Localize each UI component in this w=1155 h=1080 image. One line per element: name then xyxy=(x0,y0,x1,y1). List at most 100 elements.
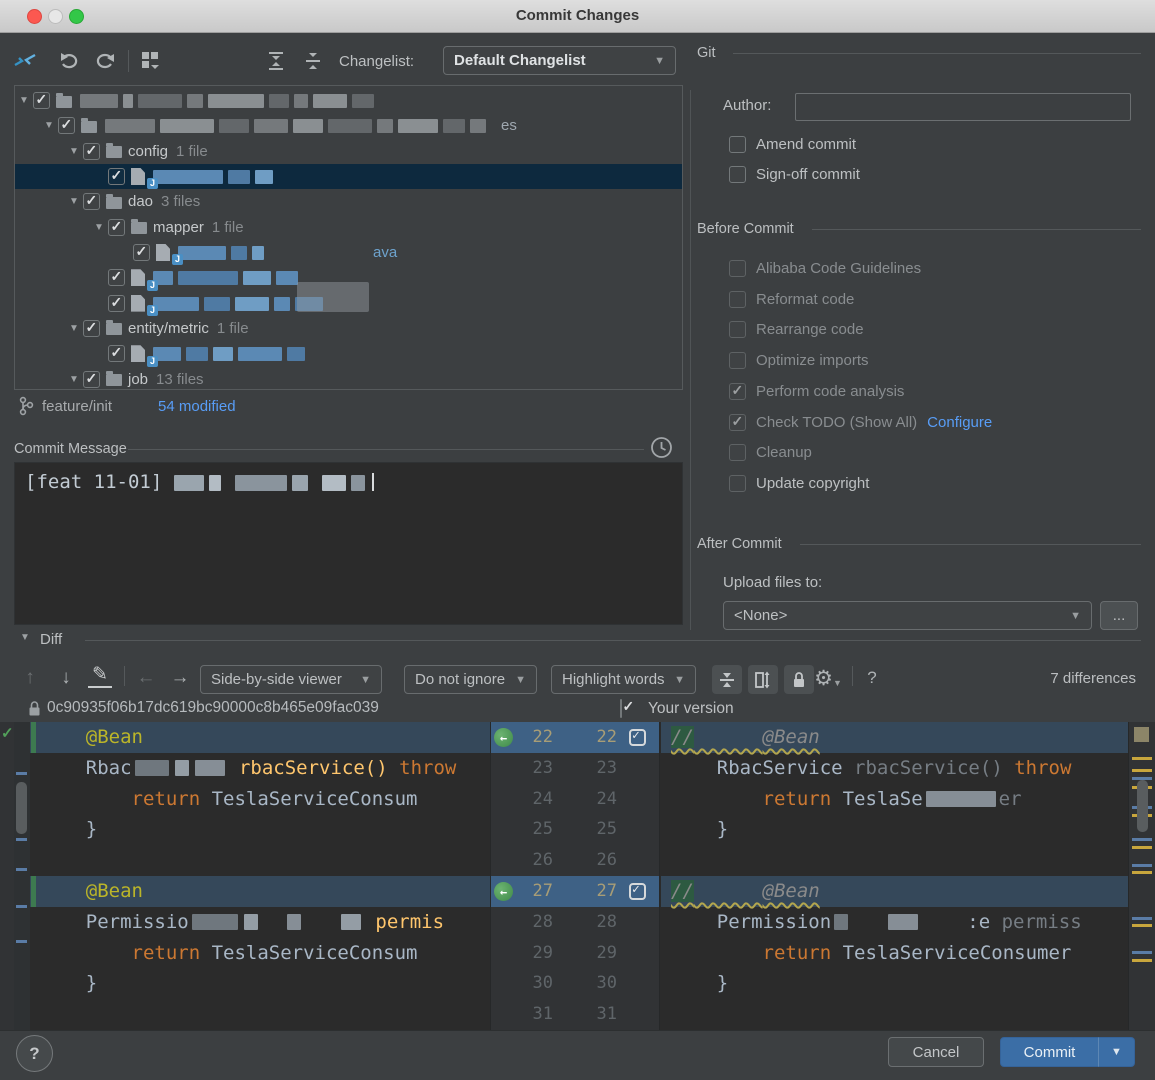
commit-dropdown-button[interactable]: ▼ xyxy=(1098,1037,1135,1067)
rollback-icon[interactable] xyxy=(56,48,82,74)
collapse-all-icon[interactable] xyxy=(300,48,326,74)
tree-expand-icon[interactable]: ▼ xyxy=(69,139,83,164)
left-code-line xyxy=(30,845,490,876)
tree-row[interactable]: ava xyxy=(15,240,682,265)
tree-row-job[interactable]: ▼job13 files xyxy=(15,367,682,390)
before-commit-option-perform-code-analysis[interactable]: Perform code analysis xyxy=(729,383,904,400)
expand-all-icon[interactable] xyxy=(263,48,289,74)
option-checkbox[interactable] xyxy=(729,260,746,277)
sign-off-commit-checkbox[interactable] xyxy=(729,166,746,183)
amend-commit-checkbox[interactable] xyxy=(729,136,746,153)
redacted-name xyxy=(153,345,310,362)
viewer-mode-select[interactable]: Side-by-side viewer▼ xyxy=(200,665,382,694)
previous-change-icon[interactable]: ← xyxy=(132,664,160,692)
author-input[interactable] xyxy=(795,93,1131,121)
tree-row-checkbox[interactable] xyxy=(83,143,100,160)
tree-row-checkbox[interactable] xyxy=(83,371,100,388)
tree-row-config[interactable]: ▼config1 file xyxy=(15,139,682,164)
configure-link[interactable]: Configure xyxy=(927,414,992,431)
tree-row-checkbox[interactable] xyxy=(83,193,100,210)
tree-expand-icon[interactable]: ▼ xyxy=(44,113,58,138)
lock-icon[interactable] xyxy=(784,665,814,694)
help-button[interactable]: ? xyxy=(16,1035,53,1072)
option-checkbox[interactable] xyxy=(729,383,746,400)
edit-icon[interactable]: ✎ xyxy=(88,662,112,688)
show-diff-icon[interactable] xyxy=(12,48,38,74)
tree-row-mapper[interactable]: ▼mapper1 file xyxy=(15,215,682,240)
diff-help-icon[interactable]: ? xyxy=(858,664,886,692)
tree-row-checkbox[interactable] xyxy=(133,244,150,261)
tree-row-checkbox[interactable] xyxy=(108,219,125,236)
option-checkbox[interactable] xyxy=(729,291,746,308)
tree-expand-icon[interactable]: ▼ xyxy=(69,316,83,341)
message-history-icon[interactable] xyxy=(650,436,673,459)
tree-row-checkbox[interactable] xyxy=(108,269,125,286)
option-checkbox[interactable] xyxy=(729,444,746,461)
group-by-icon[interactable] xyxy=(138,48,164,74)
commit-message-editor[interactable]: [feat 11-01] xyxy=(14,462,683,625)
before-commit-option-cleanup[interactable]: Cleanup xyxy=(729,444,812,461)
your-version-checkbox[interactable] xyxy=(620,700,622,717)
tree-row[interactable] xyxy=(15,164,682,189)
tree-row-dao[interactable]: ▼dao3 files xyxy=(15,189,682,214)
tree-row-entity-metric[interactable]: ▼entity/metric1 file xyxy=(15,316,682,341)
tree-row-checkbox[interactable] xyxy=(108,295,125,312)
tree-expand-icon[interactable]: ▼ xyxy=(69,189,83,214)
tree-row-checkbox[interactable] xyxy=(33,92,50,109)
tree-row-checkbox[interactable] xyxy=(83,320,100,337)
sign-off-commit-option[interactable]: Sign-off commit xyxy=(729,166,860,183)
whitespace-ignore-select[interactable]: Do not ignore▼ xyxy=(404,665,537,694)
option-checkbox[interactable] xyxy=(729,321,746,338)
option-checkbox[interactable] xyxy=(729,414,746,431)
include-change-checkbox[interactable] xyxy=(629,729,646,746)
amend-commit-option[interactable]: Amend commit xyxy=(729,136,856,153)
line-number-right: 23 xyxy=(559,753,617,784)
option-label: Reformat code xyxy=(756,291,854,308)
before-commit-option-rearrange-code[interactable]: Rearrange code xyxy=(729,321,864,338)
tree-expand-icon[interactable]: ▼ xyxy=(94,215,108,240)
next-difference-icon[interactable]: ↓ xyxy=(52,664,80,692)
previous-difference-icon[interactable]: ↑ xyxy=(16,664,44,692)
diff-settings-gear-icon[interactable]: ⚙▼ xyxy=(814,664,842,692)
refresh-icon[interactable] xyxy=(92,48,118,74)
option-checkbox[interactable] xyxy=(729,475,746,492)
upload-browse-button[interactable]: ... xyxy=(1100,601,1138,630)
left-editor-scrollbar[interactable] xyxy=(14,722,30,1030)
left-diff-editor[interactable]: @Bean Rbac rbacService() throw return Te… xyxy=(30,722,490,1030)
option-checkbox[interactable] xyxy=(729,352,746,369)
highlight-mode-select[interactable]: Highlight words▼ xyxy=(551,665,696,694)
before-commit-option-optimize-imports[interactable]: Optimize imports xyxy=(729,352,869,369)
collapse-unchanged-icon[interactable] xyxy=(712,665,742,694)
tree-expand-icon[interactable]: ▼ xyxy=(69,367,83,390)
before-commit-option-update-copyright[interactable]: Update copyright xyxy=(729,475,869,492)
tree-row[interactable] xyxy=(15,341,682,366)
right-diff-editor[interactable]: // @Bean RbacService rbacService() throw… xyxy=(661,722,1128,1030)
modified-files-link[interactable]: 54 modified xyxy=(158,398,236,415)
option-label: Cleanup xyxy=(756,444,812,461)
tree-row-checkbox[interactable] xyxy=(108,345,125,362)
commit-button[interactable]: Commit xyxy=(1000,1037,1099,1067)
next-change-icon[interactable]: → xyxy=(166,664,194,692)
before-commit-option-check-todo-show-all-[interactable]: Check TODO (Show All)Configure xyxy=(729,414,992,431)
cancel-button[interactable]: Cancel xyxy=(888,1037,984,1067)
tree-expand-icon[interactable]: ▼ xyxy=(19,88,33,113)
scroll-change-mark xyxy=(16,772,27,775)
right-editor-scrollbar[interactable] xyxy=(1128,722,1155,1030)
diff-collapse-icon[interactable]: ▼ xyxy=(20,632,30,643)
include-change-checkbox[interactable] xyxy=(629,883,646,900)
tree-row[interactable]: ▼es xyxy=(15,113,682,138)
scrollbar-thumb[interactable] xyxy=(16,782,27,834)
upload-target-select[interactable]: <None> ▼ xyxy=(723,601,1092,630)
branch-name[interactable]: feature/init xyxy=(42,398,112,415)
apply-change-icon[interactable]: ← xyxy=(494,882,513,901)
sync-scroll-icon[interactable] xyxy=(748,665,778,694)
tree-row-checkbox[interactable] xyxy=(108,168,125,185)
before-commit-option-alibaba-code-guidelines[interactable]: Alibaba Code Guidelines xyxy=(729,260,921,277)
folder-icon xyxy=(106,146,122,158)
apply-change-icon[interactable]: ← xyxy=(494,728,513,747)
tree-row-checkbox[interactable] xyxy=(58,117,75,134)
before-commit-option-reformat-code[interactable]: Reformat code xyxy=(729,291,854,308)
scrollbar-thumb[interactable] xyxy=(1137,780,1148,832)
changelist-select[interactable]: Default Changelist ▼ xyxy=(443,46,676,75)
tree-row[interactable]: ▼ xyxy=(15,88,682,113)
